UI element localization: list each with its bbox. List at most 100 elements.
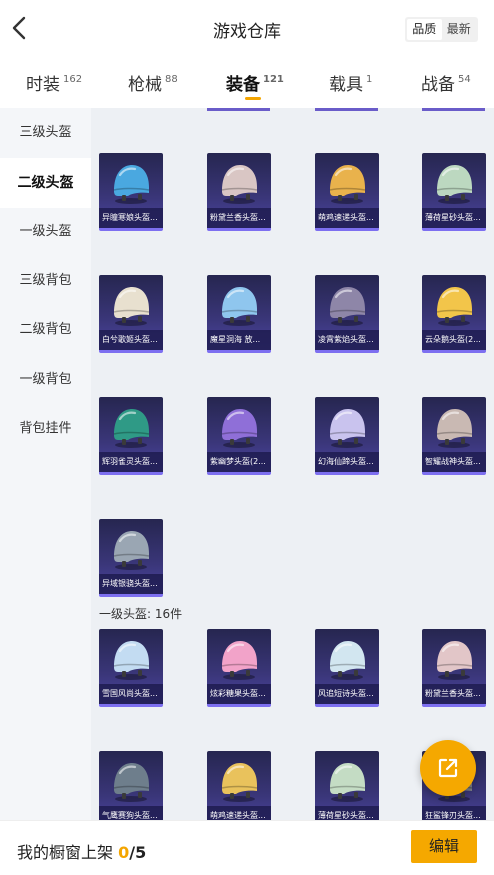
sidebar-item-level3-helmet[interactable]: 三级头盔 — [0, 108, 91, 158]
bottom-bar: 我的橱窗上架 0/5 编辑 — [0, 820, 494, 875]
helmet-icon — [108, 755, 154, 805]
share-icon — [438, 758, 458, 778]
item-card[interactable]: 炫彩糖果头盔... — [207, 629, 271, 707]
item-name: 狂鲨锋刃头盔... — [422, 806, 486, 820]
item-name: 智耀战神头盔... — [422, 452, 486, 472]
item-card[interactable]: 薄荷星砂头盔... — [422, 153, 486, 231]
category-sidebar: 三级头盔 二级头盔 一级头盔 三级背包 二级背包 一级背包 背包挂件 — [0, 108, 91, 820]
helmet-icon — [431, 401, 477, 451]
tab-count: 1 — [366, 74, 373, 85]
tab-count: 88 — [165, 74, 178, 85]
sidebar-item-level2-backpack[interactable]: 二级背包 — [0, 305, 91, 355]
item-grid: 一级头盔: 16件 异瞳寒娘头盔... 粉黛兰香头盔... 萌鸡速递头盔... 薄荷星… — [91, 108, 494, 820]
item-name: 萌鸡速递头盔... — [207, 806, 271, 820]
tab-label: 枪械 — [128, 75, 162, 95]
helmet-icon — [431, 157, 477, 207]
tab-fashion[interactable]: 时装 162 — [26, 70, 82, 95]
tab-equipment[interactable]: 装备 121 — [226, 70, 284, 95]
edit-button[interactable]: 编辑 — [411, 830, 477, 863]
item-name: 异瞳寒娘头盔... — [99, 208, 163, 228]
item-name: 异域银骁头盔... — [99, 574, 163, 594]
item-card[interactable]: 魔星洞海 放... — [207, 275, 271, 353]
helmet-icon — [216, 279, 262, 329]
item-card[interactable]: 紫幽梦头盔(2... — [207, 397, 271, 475]
sidebar-item-level1-helmet[interactable]: 一级头盔 — [0, 207, 91, 257]
helmet-icon — [108, 279, 154, 329]
item-card[interactable]: 异瞳寒娘头盔... — [99, 153, 163, 231]
item-card[interactable]: 萌鸡速递头盔... — [315, 153, 379, 231]
tab-firearms[interactable]: 枪械 88 — [128, 70, 178, 95]
helmet-icon — [108, 157, 154, 207]
item-name: 云朵鹅头盔(2... — [422, 330, 486, 350]
sort-toggle[interactable]: 品质 最新 — [405, 17, 478, 42]
sidebar-item-backpack-pendant[interactable]: 背包挂件 — [0, 404, 91, 454]
item-card[interactable]: 粉黛兰香头盔... — [207, 153, 271, 231]
item-card[interactable]: 云朵鹅头盔(2... — [422, 275, 486, 353]
active-tab-indicator — [245, 97, 261, 100]
item-card[interactable]: 萌鸡速递头盔... — [207, 751, 271, 820]
helmet-icon — [108, 633, 154, 683]
card-edge — [207, 108, 270, 111]
item-card[interactable]: 智耀战神头盔... — [422, 397, 486, 475]
helmet-icon — [431, 279, 477, 329]
helmet-icon — [324, 401, 370, 451]
helmet-icon — [108, 401, 154, 451]
item-name: 风追短诗头盔... — [315, 684, 379, 704]
shelf-count: 0 — [118, 843, 130, 862]
item-name: 魔星洞海 放... — [207, 330, 271, 350]
tab-count: 121 — [263, 74, 284, 85]
tab-vehicles[interactable]: 载具 1 — [329, 70, 372, 95]
helmet-icon — [216, 157, 262, 207]
share-button[interactable] — [420, 740, 476, 796]
item-name: 薄荷星砂头盔... — [422, 208, 486, 228]
item-card[interactable]: 幻海仙蹄头盔... — [315, 397, 379, 475]
helmet-icon — [324, 279, 370, 329]
helmet-icon — [108, 523, 154, 573]
category-tabs: 时装 162 枪械 88 装备 121 载具 1 战备 54 — [0, 58, 494, 108]
item-card[interactable]: 辉羽雀灵头盔... — [99, 397, 163, 475]
tab-label: 载具 — [329, 75, 363, 95]
helmet-icon — [324, 157, 370, 207]
item-card[interactable]: 气鹰赛狗头盔... — [99, 751, 163, 820]
item-card[interactable]: 雪国风尚头盔... — [99, 629, 163, 707]
item-name: 雪国风尚头盔... — [99, 684, 163, 704]
item-name: 粉黛兰香头盔... — [207, 208, 271, 228]
tab-label: 战备 — [421, 75, 455, 95]
tab-label: 装备 — [226, 75, 260, 95]
tab-label: 时装 — [26, 75, 60, 95]
item-card[interactable]: 凌霄紫焰头盔... — [315, 275, 379, 353]
tab-supplies[interactable]: 战备 54 — [421, 70, 471, 95]
sidebar-item-level2-helmet[interactable]: 二级头盔 — [0, 158, 91, 208]
item-card[interactable]: 薄荷星砂头盔... — [315, 751, 379, 820]
item-name: 粉黛兰香头盔... — [422, 684, 486, 704]
shelf-label: 我的橱窗上架 — [17, 843, 114, 862]
item-card[interactable]: 白兮歌姬头盔... — [99, 275, 163, 353]
item-card[interactable]: 风追短诗头盔... — [315, 629, 379, 707]
item-name: 气鹰赛狗头盔... — [99, 806, 163, 820]
sidebar-item-level1-backpack[interactable]: 一级背包 — [0, 355, 91, 405]
item-name: 白兮歌姬头盔... — [99, 330, 163, 350]
item-name: 凌霄紫焰头盔... — [315, 330, 379, 350]
item-name: 紫幽梦头盔(2... — [207, 452, 271, 472]
helmet-icon — [324, 755, 370, 805]
card-edge — [315, 108, 378, 111]
helmet-icon — [431, 633, 477, 683]
item-name: 萌鸡速递头盔... — [315, 208, 379, 228]
shelf-total: /5 — [129, 843, 147, 862]
item-card[interactable]: 粉黛兰香头盔... — [422, 629, 486, 707]
item-name: 辉羽雀灵头盔... — [99, 452, 163, 472]
sort-option-newest[interactable]: 最新 — [442, 19, 477, 40]
sidebar-item-level3-backpack[interactable]: 三级背包 — [0, 256, 91, 306]
helmet-icon — [216, 633, 262, 683]
helmet-icon — [216, 401, 262, 451]
shelf-status: 我的橱窗上架 0/5 — [17, 839, 146, 863]
card-edge — [422, 108, 485, 111]
section-label-level1-helmet: 一级头盔: 16件 — [99, 607, 183, 621]
item-card[interactable]: 异域银骁头盔... — [99, 519, 163, 597]
sort-option-quality[interactable]: 品质 — [407, 19, 442, 40]
tab-count: 54 — [458, 74, 471, 85]
helmet-icon — [216, 755, 262, 805]
header: 游戏仓库 品质 最新 — [0, 0, 494, 58]
item-name: 炫彩糖果头盔... — [207, 684, 271, 704]
helmet-icon — [324, 633, 370, 683]
